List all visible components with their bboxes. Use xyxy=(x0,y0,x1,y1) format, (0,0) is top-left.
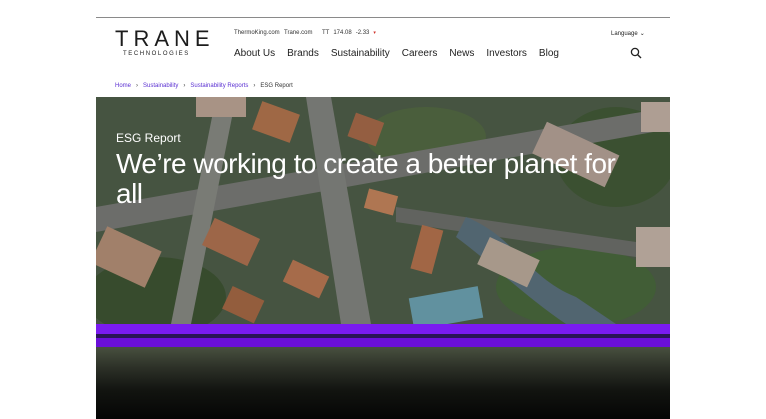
nav-item-news[interactable]: News xyxy=(449,48,474,59)
ticker-price: 174.08 xyxy=(333,30,352,36)
chevron-down-icon: ⌄ xyxy=(639,31,645,37)
breadcrumb-home[interactable]: Home xyxy=(115,83,131,89)
nav-item-careers[interactable]: Careers xyxy=(402,48,438,59)
utility-link-thermoking[interactable]: ThermoKing.com xyxy=(234,30,280,36)
accent-band xyxy=(96,324,670,334)
logo-tagline: TECHNOLOGIES xyxy=(123,51,190,57)
ticker-change: -2.33 xyxy=(355,30,370,36)
hero-reflection xyxy=(96,347,670,419)
breadcrumb: Home › Sustainability › Sustainability R… xyxy=(115,83,293,89)
page: TRANE TECHNOLOGIES ThermoKing.com Trane.… xyxy=(96,0,670,419)
nav-item-about-us[interactable]: About Us xyxy=(234,48,275,59)
accent-band-lower xyxy=(96,338,670,347)
ticker-symbol: TT xyxy=(322,30,330,36)
hero-banner: ESG Report We’re working to create a bet… xyxy=(96,97,670,324)
top-divider xyxy=(96,17,670,18)
nav-item-blog[interactable]: Blog xyxy=(539,48,559,59)
nav-item-investors[interactable]: Investors xyxy=(486,48,527,59)
language-label: Language xyxy=(611,30,638,37)
hero-label: ESG Report xyxy=(116,131,181,145)
breadcrumb-current: ESG Report xyxy=(260,83,293,89)
hero-aerial-image xyxy=(96,97,670,324)
breadcrumb-sustainability[interactable]: Sustainability xyxy=(143,83,178,89)
main-nav: About Us Brands Sustainability Careers N… xyxy=(234,48,559,59)
chevron-right-icon: › xyxy=(253,83,256,89)
triangle-down-icon: ▾ xyxy=(373,30,376,36)
nav-item-brands[interactable]: Brands xyxy=(287,48,319,59)
hero-title: We’re working to create a better planet … xyxy=(116,148,616,209)
trane-logo[interactable]: TRANE TECHNOLOGIES xyxy=(115,26,215,58)
utility-link-trane[interactable]: Trane.com xyxy=(284,30,312,36)
logo-wordmark: TRANE xyxy=(115,26,215,51)
stock-ticker: TT 174.08 -2.33 ▾ xyxy=(322,30,376,36)
chevron-right-icon: › xyxy=(183,83,186,89)
language-selector[interactable]: Language ⌄ xyxy=(611,30,645,38)
chevron-right-icon: › xyxy=(136,83,139,89)
breadcrumb-sustainability-reports[interactable]: Sustainability Reports xyxy=(190,83,248,89)
search-icon[interactable] xyxy=(630,47,642,59)
nav-item-sustainability[interactable]: Sustainability xyxy=(331,48,390,59)
